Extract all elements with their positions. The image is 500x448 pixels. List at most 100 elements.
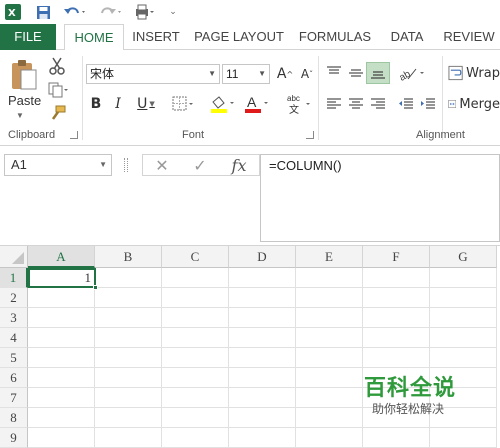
clipboard-launcher-icon[interactable] bbox=[70, 131, 78, 139]
align-left-icon[interactable] bbox=[324, 94, 344, 114]
align-right-icon[interactable] bbox=[368, 94, 388, 114]
row-header-4[interactable]: 4 bbox=[0, 328, 28, 348]
cell-f9[interactable] bbox=[363, 428, 430, 448]
column-header-f[interactable]: F bbox=[363, 246, 430, 268]
cell-f2[interactable] bbox=[363, 288, 430, 308]
cell-a3[interactable] bbox=[28, 308, 95, 328]
cell-g5[interactable] bbox=[430, 348, 497, 368]
cell-b5[interactable] bbox=[95, 348, 162, 368]
cell-d4[interactable] bbox=[229, 328, 296, 348]
top-align-icon[interactable] bbox=[324, 62, 344, 84]
decrease-indent-icon[interactable] bbox=[396, 94, 416, 114]
merge-center-button[interactable]: Merge bbox=[448, 94, 500, 114]
underline-icon[interactable]: U ▼ bbox=[132, 94, 160, 114]
column-header-a[interactable]: A bbox=[28, 246, 95, 268]
fill-handle[interactable] bbox=[93, 285, 98, 290]
cell-g2[interactable] bbox=[430, 288, 497, 308]
redo-icon[interactable] bbox=[98, 3, 124, 21]
row-header-3[interactable]: 3 bbox=[0, 308, 28, 328]
cell-a9[interactable] bbox=[28, 428, 95, 448]
cell-d5[interactable] bbox=[229, 348, 296, 368]
insert-function-icon[interactable]: fx bbox=[227, 155, 251, 175]
cell-b7[interactable] bbox=[95, 388, 162, 408]
orientation-icon[interactable]: ab bbox=[396, 62, 430, 84]
cell-d3[interactable] bbox=[229, 308, 296, 328]
column-header-c[interactable]: C bbox=[162, 246, 229, 268]
cell-f4[interactable] bbox=[363, 328, 430, 348]
align-center-icon[interactable] bbox=[346, 94, 366, 114]
cell-c2[interactable] bbox=[162, 288, 229, 308]
tab-formulas[interactable]: FORMULAS bbox=[294, 24, 376, 50]
cell-b6[interactable] bbox=[95, 368, 162, 388]
cell-f3[interactable] bbox=[363, 308, 430, 328]
enter-check-icon[interactable]: ✓ bbox=[189, 156, 211, 175]
font-size-dropdown[interactable]: 11 ▼ bbox=[222, 64, 270, 84]
cell-a8[interactable] bbox=[28, 408, 95, 428]
resize-handle[interactable] bbox=[124, 158, 128, 172]
cell-b2[interactable] bbox=[95, 288, 162, 308]
tab-file[interactable]: FILE bbox=[0, 24, 56, 50]
phonetic-guide-icon[interactable]: abc 文 bbox=[284, 92, 314, 116]
row-header-7[interactable]: 7 bbox=[0, 388, 28, 408]
column-header-e[interactable]: E bbox=[296, 246, 363, 268]
column-header-d[interactable]: D bbox=[229, 246, 296, 268]
italic-icon[interactable]: I bbox=[110, 94, 126, 114]
row-header-8[interactable]: 8 bbox=[0, 408, 28, 428]
tab-data[interactable]: DATA bbox=[384, 24, 430, 50]
cell-b8[interactable] bbox=[95, 408, 162, 428]
cancel-icon[interactable]: ✕ bbox=[151, 156, 173, 175]
cell-e9[interactable] bbox=[296, 428, 363, 448]
cell-g3[interactable] bbox=[430, 308, 497, 328]
paste-dropdown-icon[interactable]: ▼ bbox=[16, 111, 24, 120]
cell-c1[interactable] bbox=[162, 268, 229, 288]
tab-review[interactable]: REVIEW bbox=[438, 24, 500, 50]
cell-d1[interactable] bbox=[229, 268, 296, 288]
cell-c3[interactable] bbox=[162, 308, 229, 328]
cell-c6[interactable] bbox=[162, 368, 229, 388]
borders-icon[interactable] bbox=[170, 94, 198, 114]
cell-a2[interactable] bbox=[28, 288, 95, 308]
cell-a4[interactable] bbox=[28, 328, 95, 348]
cell-g9[interactable] bbox=[430, 428, 497, 448]
cell-d7[interactable] bbox=[229, 388, 296, 408]
middle-align-icon[interactable] bbox=[346, 62, 366, 84]
formula-input[interactable]: =COLUMN() bbox=[260, 154, 500, 242]
decrease-font-size-icon[interactable]: Aˇ bbox=[298, 64, 316, 84]
cell-e3[interactable] bbox=[296, 308, 363, 328]
font-color-icon[interactable]: A bbox=[242, 94, 272, 114]
tab-home[interactable]: HOME bbox=[64, 24, 124, 51]
increase-indent-icon[interactable] bbox=[418, 94, 438, 114]
cell-c5[interactable] bbox=[162, 348, 229, 368]
bold-icon[interactable]: B bbox=[88, 94, 104, 114]
chevron-down-icon[interactable]: ▼ bbox=[99, 155, 107, 175]
row-header-9[interactable]: 9 bbox=[0, 428, 28, 448]
selected-cell-a1[interactable]: 1 bbox=[28, 268, 96, 288]
save-icon[interactable] bbox=[34, 3, 52, 21]
name-box[interactable]: A1 ▼ bbox=[4, 154, 112, 176]
copy-icon[interactable] bbox=[46, 80, 72, 100]
cell-b3[interactable] bbox=[95, 308, 162, 328]
increase-font-size-icon[interactable]: A ^ bbox=[276, 64, 294, 84]
cell-f5[interactable] bbox=[363, 348, 430, 368]
wrap-text-button[interactable]: Wrap bbox=[448, 62, 500, 84]
cell-g1[interactable] bbox=[430, 268, 497, 288]
cell-b9[interactable] bbox=[95, 428, 162, 448]
format-painter-icon[interactable] bbox=[46, 104, 68, 122]
fill-color-icon[interactable] bbox=[208, 94, 238, 114]
paste-label[interactable]: Paste bbox=[8, 93, 41, 108]
cell-e1[interactable] bbox=[296, 268, 363, 288]
row-header-5[interactable]: 5 bbox=[0, 348, 28, 368]
cell-g4[interactable] bbox=[430, 328, 497, 348]
undo-icon[interactable] bbox=[62, 3, 88, 21]
cell-d9[interactable] bbox=[229, 428, 296, 448]
bottom-align-icon[interactable] bbox=[366, 62, 390, 84]
cell-a6[interactable] bbox=[28, 368, 95, 388]
cell-e2[interactable] bbox=[296, 288, 363, 308]
cell-a7[interactable] bbox=[28, 388, 95, 408]
font-name-dropdown[interactable]: 宋体 ▼ bbox=[86, 64, 220, 84]
tab-insert[interactable]: INSERT bbox=[128, 24, 184, 50]
print-preview-icon[interactable] bbox=[132, 3, 158, 21]
column-header-g[interactable]: G bbox=[430, 246, 497, 268]
paste-icon[interactable] bbox=[6, 56, 42, 94]
cell-c9[interactable] bbox=[162, 428, 229, 448]
